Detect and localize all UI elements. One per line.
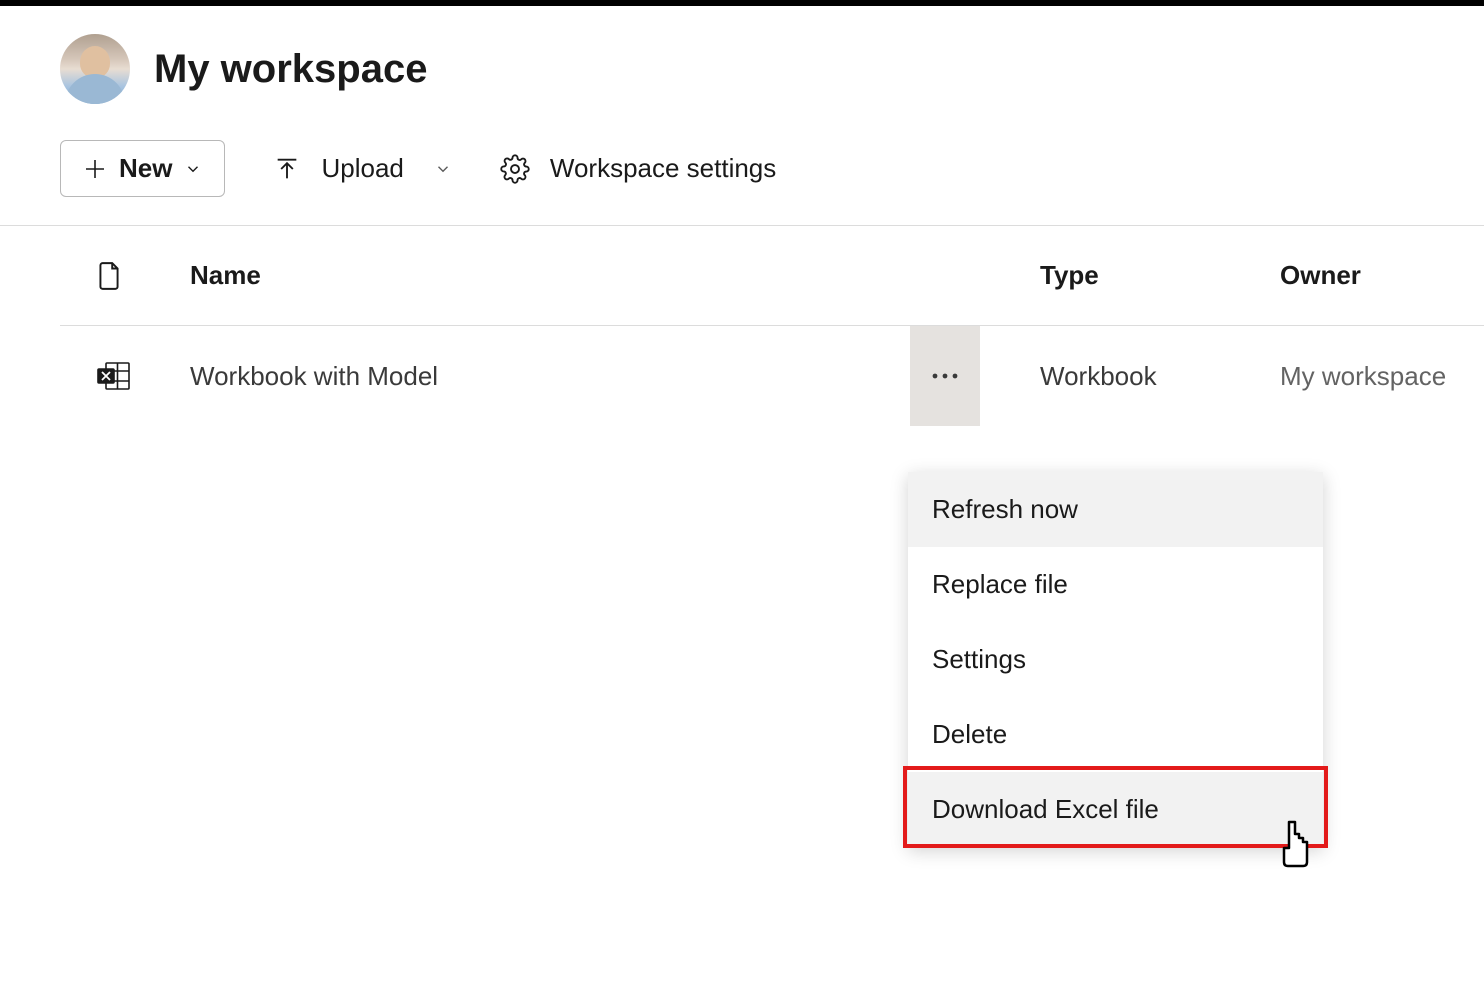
column-header-name[interactable]: Name: [190, 260, 910, 291]
row-actions-cell: [910, 326, 1010, 426]
gear-icon: [500, 154, 530, 184]
chevron-down-icon: [434, 160, 452, 178]
workspace-settings-label: Workspace settings: [550, 153, 776, 184]
menu-item-settings[interactable]: Settings: [908, 622, 1323, 697]
column-header-icon: [60, 261, 190, 291]
menu-item-refresh-now[interactable]: Refresh now: [908, 472, 1323, 547]
row-name[interactable]: Workbook with Model: [190, 361, 910, 392]
new-button-label: New: [119, 153, 172, 184]
upload-button-label: Upload: [321, 153, 403, 184]
toolbar: New Upload Workspace settings: [60, 140, 1424, 225]
table-header-row: Name Type Owner: [60, 226, 1484, 326]
column-header-type[interactable]: Type: [1010, 260, 1280, 291]
new-button[interactable]: New: [60, 140, 225, 197]
row-type: Workbook: [1010, 361, 1280, 392]
context-menu: Refresh now Replace file Settings Delete…: [908, 472, 1323, 847]
title-row: My workspace: [60, 34, 1424, 104]
chevron-down-icon: [184, 160, 202, 178]
menu-item-delete[interactable]: Delete: [908, 697, 1323, 772]
upload-icon: [273, 155, 301, 183]
upload-button[interactable]: Upload: [273, 153, 451, 184]
content-table: Name Type Owner Workbook with Model Work…: [0, 226, 1484, 426]
more-options-button[interactable]: [910, 326, 980, 426]
menu-item-replace-file[interactable]: Replace file: [908, 547, 1323, 622]
table-row[interactable]: Workbook with Model Workbook My workspac…: [60, 326, 1484, 426]
plus-icon: [83, 157, 107, 181]
workspace-header: My workspace New Upload: [0, 6, 1484, 225]
menu-item-download-excel[interactable]: Download Excel file: [908, 772, 1323, 847]
row-owner: My workspace: [1280, 361, 1480, 392]
workspace-settings-button[interactable]: Workspace settings: [500, 153, 776, 184]
excel-icon: [60, 360, 190, 392]
more-horizontal-icon: [931, 372, 959, 380]
avatar: [60, 34, 130, 104]
page-title: My workspace: [154, 47, 427, 92]
column-header-owner[interactable]: Owner: [1280, 260, 1480, 291]
